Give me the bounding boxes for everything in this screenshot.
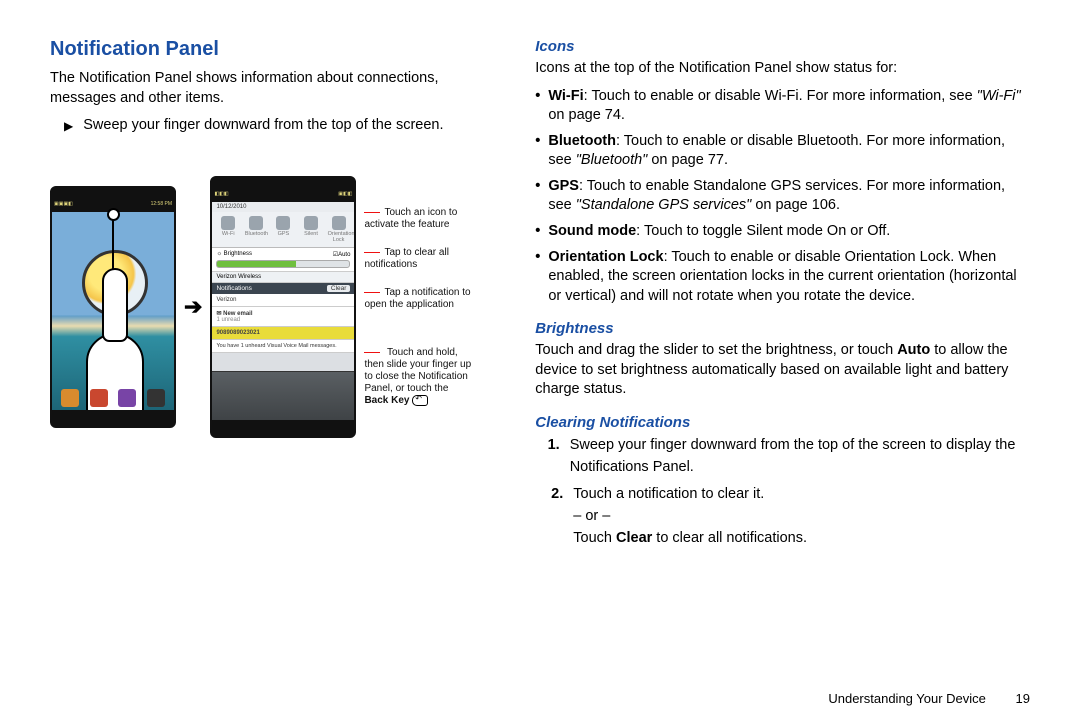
status-left-icons: ▣▣▣◧ [54,201,73,211]
wifi-toggle-icon: Wi-Fi [217,216,239,243]
step-item: 2. Touch a notification to clear it. – o… [545,484,1030,549]
page-number: 19 [1016,691,1030,706]
right-column: Icons Icons at the top of the Notificati… [535,38,1030,720]
clearing-subhead: Clearing Notifications [535,414,1030,431]
figure-row: ▣▣▣◧ 12:58 PM ➔ [50,176,495,438]
icons-list-item: Wi-Fi: Touch to enable or disable Wi-Fi.… [535,87,1030,126]
clear-button: Clear [327,285,351,292]
status-bar: ◧◧◧▣◧◧ [212,190,354,202]
brightness-subhead: Brightness [535,320,1030,337]
notification-item: ✉ New email 1 unread [212,307,354,327]
icons-list-item: GPS: Touch to enable Standalone GPS serv… [535,177,1030,216]
dock-app-icon [90,389,108,407]
callout-2: Tap to clear all notifications [364,247,474,271]
clearing-steps: 1. Sweep your finger downward from the t… [545,435,1030,550]
instruction-text: Sweep your finger downward from the top … [83,116,443,136]
left-column: Notification Panel The Notification Pane… [50,38,495,720]
icons-list-item: Orientation Lock: Touch to enable or dis… [535,248,1030,307]
section-title: Notification Panel [50,38,495,61]
instruction-row: ▶ Sweep your finger downward from the to… [64,116,495,136]
silent-toggle-icon: Silent [300,216,322,243]
notifications-header-label: Notifications [216,285,251,292]
notification-item: 9089089023021 [212,327,354,340]
step-item: 1. Sweep your finger downward from the t… [545,435,1030,479]
icons-list-item: Bluetooth: Touch to enable or disable Bl… [535,132,1030,171]
phone-notification-panel: ◧◧◧▣◧◧ 10/12/2010 Wi-Fi Bluetooth GPS Si… [210,176,356,438]
phone-homescreen: ▣▣▣◧ 12:58 PM [50,186,176,428]
callout-labels: Touch an icon to activate the feature Ta… [364,207,474,407]
brightness-row: ☼ Brightness ☑Auto [212,248,354,272]
app-dock [52,386,174,410]
icons-list: Wi-Fi: Touch to enable or disable Wi-Fi.… [535,87,1030,307]
panel-handle-icon [212,371,354,420]
notifications-header: Notifications Clear [212,283,354,294]
dock-app-icon [118,389,136,407]
brightness-slider-icon [216,260,350,268]
footer-section: Understanding Your Device [828,691,986,706]
icons-subhead: Icons [535,38,1030,55]
panel-date-row: 10/12/2010 [212,202,354,212]
dock-app-icon [147,389,165,407]
back-key-icon [412,395,428,406]
callout-3: Tap a notification to open the applicati… [364,287,474,311]
callout-1: Touch an icon to activate the feature [364,207,474,231]
auto-checkbox-label: Auto [338,252,350,258]
notification-item: Verizon [212,294,354,307]
gps-toggle-icon: GPS [272,216,294,243]
dock-app-icon [61,389,79,407]
arrow-right-icon: ➔ [184,294,202,320]
brightness-paragraph: Touch and drag the slider to set the bri… [535,341,1030,400]
carrier-row: Verizon Wireless [212,272,354,283]
callout-4: Touch and hold, then slide your finger u… [364,347,474,407]
page-footer: Understanding Your Device 19 [828,691,1030,706]
manual-page: Notification Panel The Notification Pane… [0,0,1080,720]
status-time: 12:58 PM [151,201,172,211]
orientation-toggle-icon: Orientation Lock [328,216,350,243]
panel-date: 10/12/2010 [216,204,246,210]
bluetooth-toggle-icon: Bluetooth [245,216,267,243]
icons-intro: Icons at the top of the Notification Pan… [535,59,1030,79]
quick-icons-row: Wi-Fi Bluetooth GPS Silent Orientation L… [212,212,354,248]
intro-paragraph: The Notification Panel shows information… [50,69,495,108]
notification-item: You have 1 unheard Visual Voice Mail mes… [212,340,354,353]
triangle-bullet-icon: ▶ [64,116,73,136]
brightness-row-label: Brightness [224,251,252,257]
icons-list-item: Sound mode: Touch to toggle Silent mode … [535,222,1030,242]
